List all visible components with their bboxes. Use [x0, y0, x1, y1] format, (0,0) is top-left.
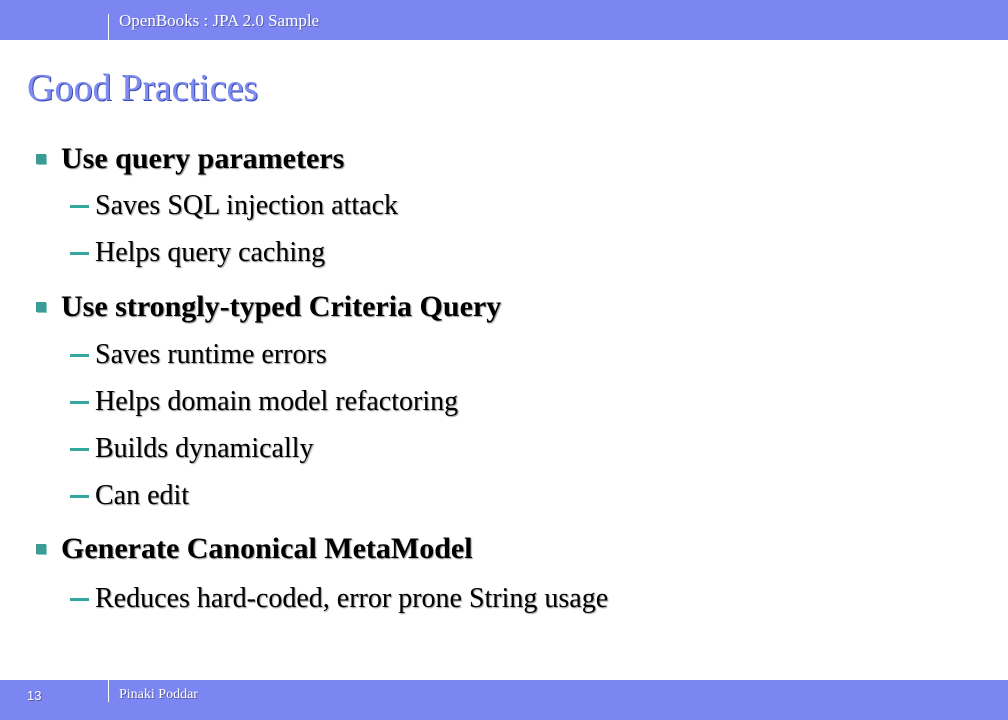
sub-bullet-item: Builds dynamically	[70, 433, 314, 465]
sub-bullet-text: Builds dynamically	[95, 433, 314, 464]
sub-bullet-item: Can edit	[70, 480, 189, 512]
bullet-item-use-query-parameters: Use query parameters	[36, 141, 344, 177]
header-bar: OpenBooks : JPA 2.0 Sample	[0, 0, 1008, 40]
dash-bullet-icon	[70, 353, 89, 357]
dash-bullet-icon	[70, 447, 89, 451]
square-bullet-icon	[36, 544, 46, 554]
deck-title: OpenBooks : JPA 2.0 Sample	[119, 11, 320, 30]
sub-bullet-text: Saves SQL injection attack	[95, 190, 398, 221]
bullet-item-use-criteria-query: Use strongly-typed Criteria Query	[36, 289, 501, 325]
dash-bullet-icon	[70, 251, 89, 255]
header-divider	[108, 14, 109, 40]
sub-bullet-item: Helps domain model refactoring	[70, 386, 458, 418]
page-number: 13	[27, 688, 42, 703]
sub-bullet-text: Helps domain model refactoring	[95, 386, 459, 417]
footer-bar: 13 Pinaki Poddar	[0, 680, 1008, 720]
dash-bullet-icon	[70, 597, 89, 601]
author-name: Pinaki Poddar	[119, 687, 198, 702]
sub-bullet-item: Saves SQL injection attack	[70, 190, 398, 222]
dash-bullet-icon	[70, 400, 89, 404]
sub-bullet-text: Helps query caching	[95, 237, 326, 268]
bullet-item-generate-metamodel: Generate Canonical MetaModel	[36, 531, 473, 567]
sub-bullet-item: Reduces hard-coded, error prone String u…	[70, 583, 608, 615]
bullet-heading: Generate Canonical MetaModel	[61, 532, 473, 565]
dash-bullet-icon	[70, 204, 89, 208]
sub-bullet-text: Saves runtime errors	[95, 339, 327, 370]
sub-bullet-item: Saves runtime errors	[70, 339, 327, 371]
slide-title: Good Practices	[27, 67, 259, 109]
square-bullet-icon	[36, 154, 46, 164]
dash-bullet-icon	[70, 494, 89, 498]
sub-bullet-text: Can edit	[95, 480, 190, 511]
bullet-heading: Use query parameters	[61, 142, 345, 175]
square-bullet-icon	[36, 302, 46, 312]
bullet-heading: Use strongly-typed Criteria Query	[61, 290, 502, 323]
sub-bullet-text: Reduces hard-coded, error prone String u…	[95, 583, 609, 614]
footer-divider	[108, 680, 109, 702]
sub-bullet-item: Helps query caching	[70, 237, 325, 269]
